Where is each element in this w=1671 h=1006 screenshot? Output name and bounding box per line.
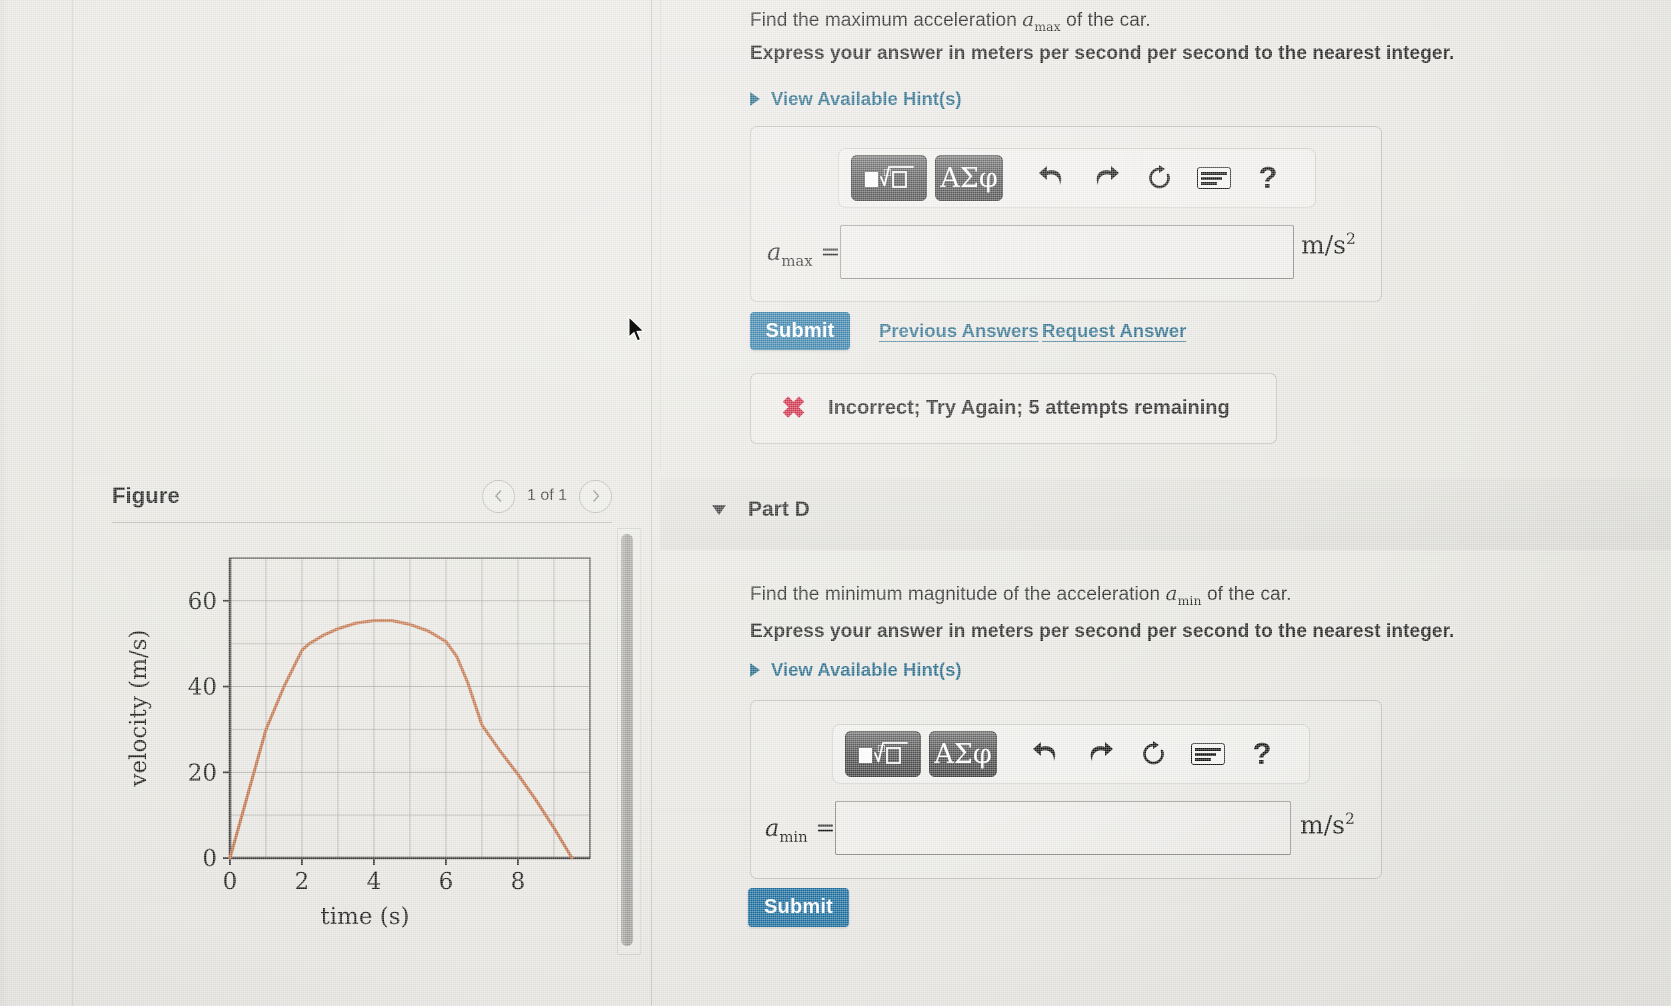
part-c-question: Find the maximum acceleration amax of th…	[750, 6, 1151, 36]
part-c-view-hints[interactable]: View Available Hint(s)	[750, 88, 962, 110]
refresh-circle-icon[interactable]	[1127, 732, 1181, 776]
part-c-symbol: amax	[1022, 7, 1061, 34]
question-panel: Find the maximum acceleration amax of th…	[660, 0, 1671, 1006]
chevron-left-icon	[495, 490, 502, 502]
part-d-symbol: amin	[1165, 581, 1202, 608]
greek-symbols-button[interactable]: ΑΣφ	[935, 155, 1003, 201]
chart-svg: 0 20 40 60 0 2 4 6 8 time (s) velocity (m/s)	[126, 557, 591, 930]
part-c-feedback: ✖ Incorrect; Try Again; 5 attempts remai…	[750, 373, 1277, 444]
refresh-glyph	[1143, 741, 1164, 765]
part-d-question: Find the minimum magnitude of the accele…	[750, 580, 1292, 610]
part-d-header[interactable]: Part D	[712, 498, 810, 522]
part-d-answer-input[interactable]	[835, 801, 1291, 855]
part-c-previous-answers-link[interactable]: Previous Answers	[879, 320, 1039, 342]
svg-text:40: 40	[188, 675, 217, 701]
svg-text:4: 4	[367, 869, 382, 895]
template-sqrt-glyph: □	[865, 166, 914, 188]
svg-text:8: 8	[511, 869, 526, 895]
part-c-question-text: Find the maximum acceleration	[750, 10, 1017, 31]
mouse-cursor	[628, 315, 646, 349]
redo-glyph	[1090, 742, 1113, 761]
figure-title: Figure	[112, 483, 180, 508]
svg-text:0: 0	[202, 846, 217, 872]
greek-symbols-button[interactable]: ΑΣφ	[929, 731, 997, 777]
part-d-question-text: Find the minimum magnitude of the accele…	[750, 584, 1161, 605]
part-d-hints-label: View Available Hint(s)	[771, 659, 962, 680]
svg-text:0: 0	[223, 869, 238, 895]
velocity-time-chart: 0 20 40 60 0 2 4 6 8 time (s) velocity (m/s)	[112, 540, 602, 940]
figure-pager: 1 of 1	[481, 479, 612, 513]
triangle-right-icon	[750, 92, 760, 106]
triangle-right-icon	[750, 663, 760, 677]
template-sqrt-icon[interactable]: □	[851, 155, 927, 201]
help-label: ?	[1252, 736, 1272, 771]
x-mark-icon: ✖	[781, 391, 807, 425]
panel-divider	[651, 0, 652, 1006]
greek-symbols-label: ΑΣφ	[934, 738, 992, 770]
redo-glyph	[1096, 166, 1119, 185]
part-c-feedback-text: Incorrect; Try Again; 5 attempts remaini…	[828, 397, 1230, 419]
part-c-question-tail: of the car.	[1066, 10, 1151, 31]
figure-header: Figure 1 of 1	[112, 474, 612, 518]
redo-arrow-icon[interactable]	[1079, 156, 1133, 200]
figure-prev-button[interactable]	[481, 479, 515, 513]
part-c-math-toolbar: □ ΑΣφ ?	[838, 148, 1316, 208]
svg-text:60: 60	[188, 589, 217, 615]
svg-text:6: 6	[439, 869, 454, 895]
template-sqrt-icon[interactable]: □	[845, 731, 921, 777]
part-c-hints-label: View Available Hint(s)	[771, 88, 962, 109]
part-c-instruction: Express your answer in meters per second…	[750, 43, 1455, 64]
part-c-submit-button[interactable]: Submit	[750, 312, 850, 350]
figure-body: 0 20 40 60 0 2 4 6 8 time (s) velocity (m/s)	[112, 530, 612, 950]
part-d-answer-label: amin =	[765, 814, 836, 846]
keyboard-icon[interactable]	[1181, 732, 1235, 776]
figure-page-indicator: 1 of 1	[526, 487, 567, 504]
undo-arrow-icon[interactable]	[1025, 156, 1079, 200]
part-c-answer-input[interactable]	[840, 225, 1294, 279]
keyboard-icon[interactable]	[1187, 156, 1241, 200]
redo-arrow-icon[interactable]	[1073, 732, 1127, 776]
part-d-view-hints[interactable]: View Available Hint(s)	[750, 659, 962, 681]
help-label: ?	[1258, 160, 1278, 195]
undo-glyph	[1039, 166, 1062, 185]
refresh-glyph	[1149, 165, 1170, 189]
refresh-circle-icon[interactable]	[1133, 156, 1187, 200]
part-d-submit-button[interactable]: Submit	[748, 888, 849, 927]
svg-text:20: 20	[188, 760, 217, 786]
chevron-right-icon	[592, 490, 599, 502]
cursor-arrow-icon	[628, 315, 645, 342]
undo-glyph	[1033, 742, 1056, 761]
svg-text:2: 2	[295, 869, 310, 895]
part-d-units: m/s2	[1300, 810, 1355, 840]
svg-text:time (s): time (s)	[320, 904, 409, 930]
undo-arrow-icon[interactable]	[1019, 732, 1073, 776]
part-d-math-toolbar: □ ΑΣφ ?	[832, 724, 1310, 784]
keyboard-glyph	[1197, 167, 1231, 189]
triangle-down-icon[interactable]	[712, 505, 726, 515]
help-question-icon[interactable]: ?	[1235, 732, 1289, 776]
keyboard-glyph	[1191, 743, 1225, 765]
greek-symbols-label: ΑΣφ	[940, 162, 998, 194]
part-d-question-tail: of the car.	[1206, 584, 1292, 605]
figure-scrollbar-thumb[interactable]	[621, 534, 633, 946]
figure-header-divider	[112, 522, 612, 523]
template-sqrt-glyph: □	[859, 742, 908, 764]
part-c-units: m/s2	[1301, 230, 1356, 260]
figure-next-button[interactable]	[579, 479, 612, 513]
application-window: Figure 1 of 1 0 20 40 60 0 2 4 6 8 time (s) veloci	[0, 0, 1671, 1006]
figure-panel: Figure 1 of 1 0 20 40 60 0 2 4 6 8 time (s) veloci	[72, 0, 651, 1006]
part-d-band	[660, 478, 1671, 550]
part-d-instruction: Express your answer in meters per second…	[750, 621, 1455, 642]
help-question-icon[interactable]: ?	[1241, 156, 1295, 200]
part-c-request-answer-link[interactable]: Request Answer	[1042, 320, 1186, 342]
svg-text:velocity (m/s): velocity (m/s)	[126, 630, 152, 788]
part-c-answer-label: amax =	[767, 238, 841, 270]
part-d-title: Part D	[748, 498, 810, 521]
